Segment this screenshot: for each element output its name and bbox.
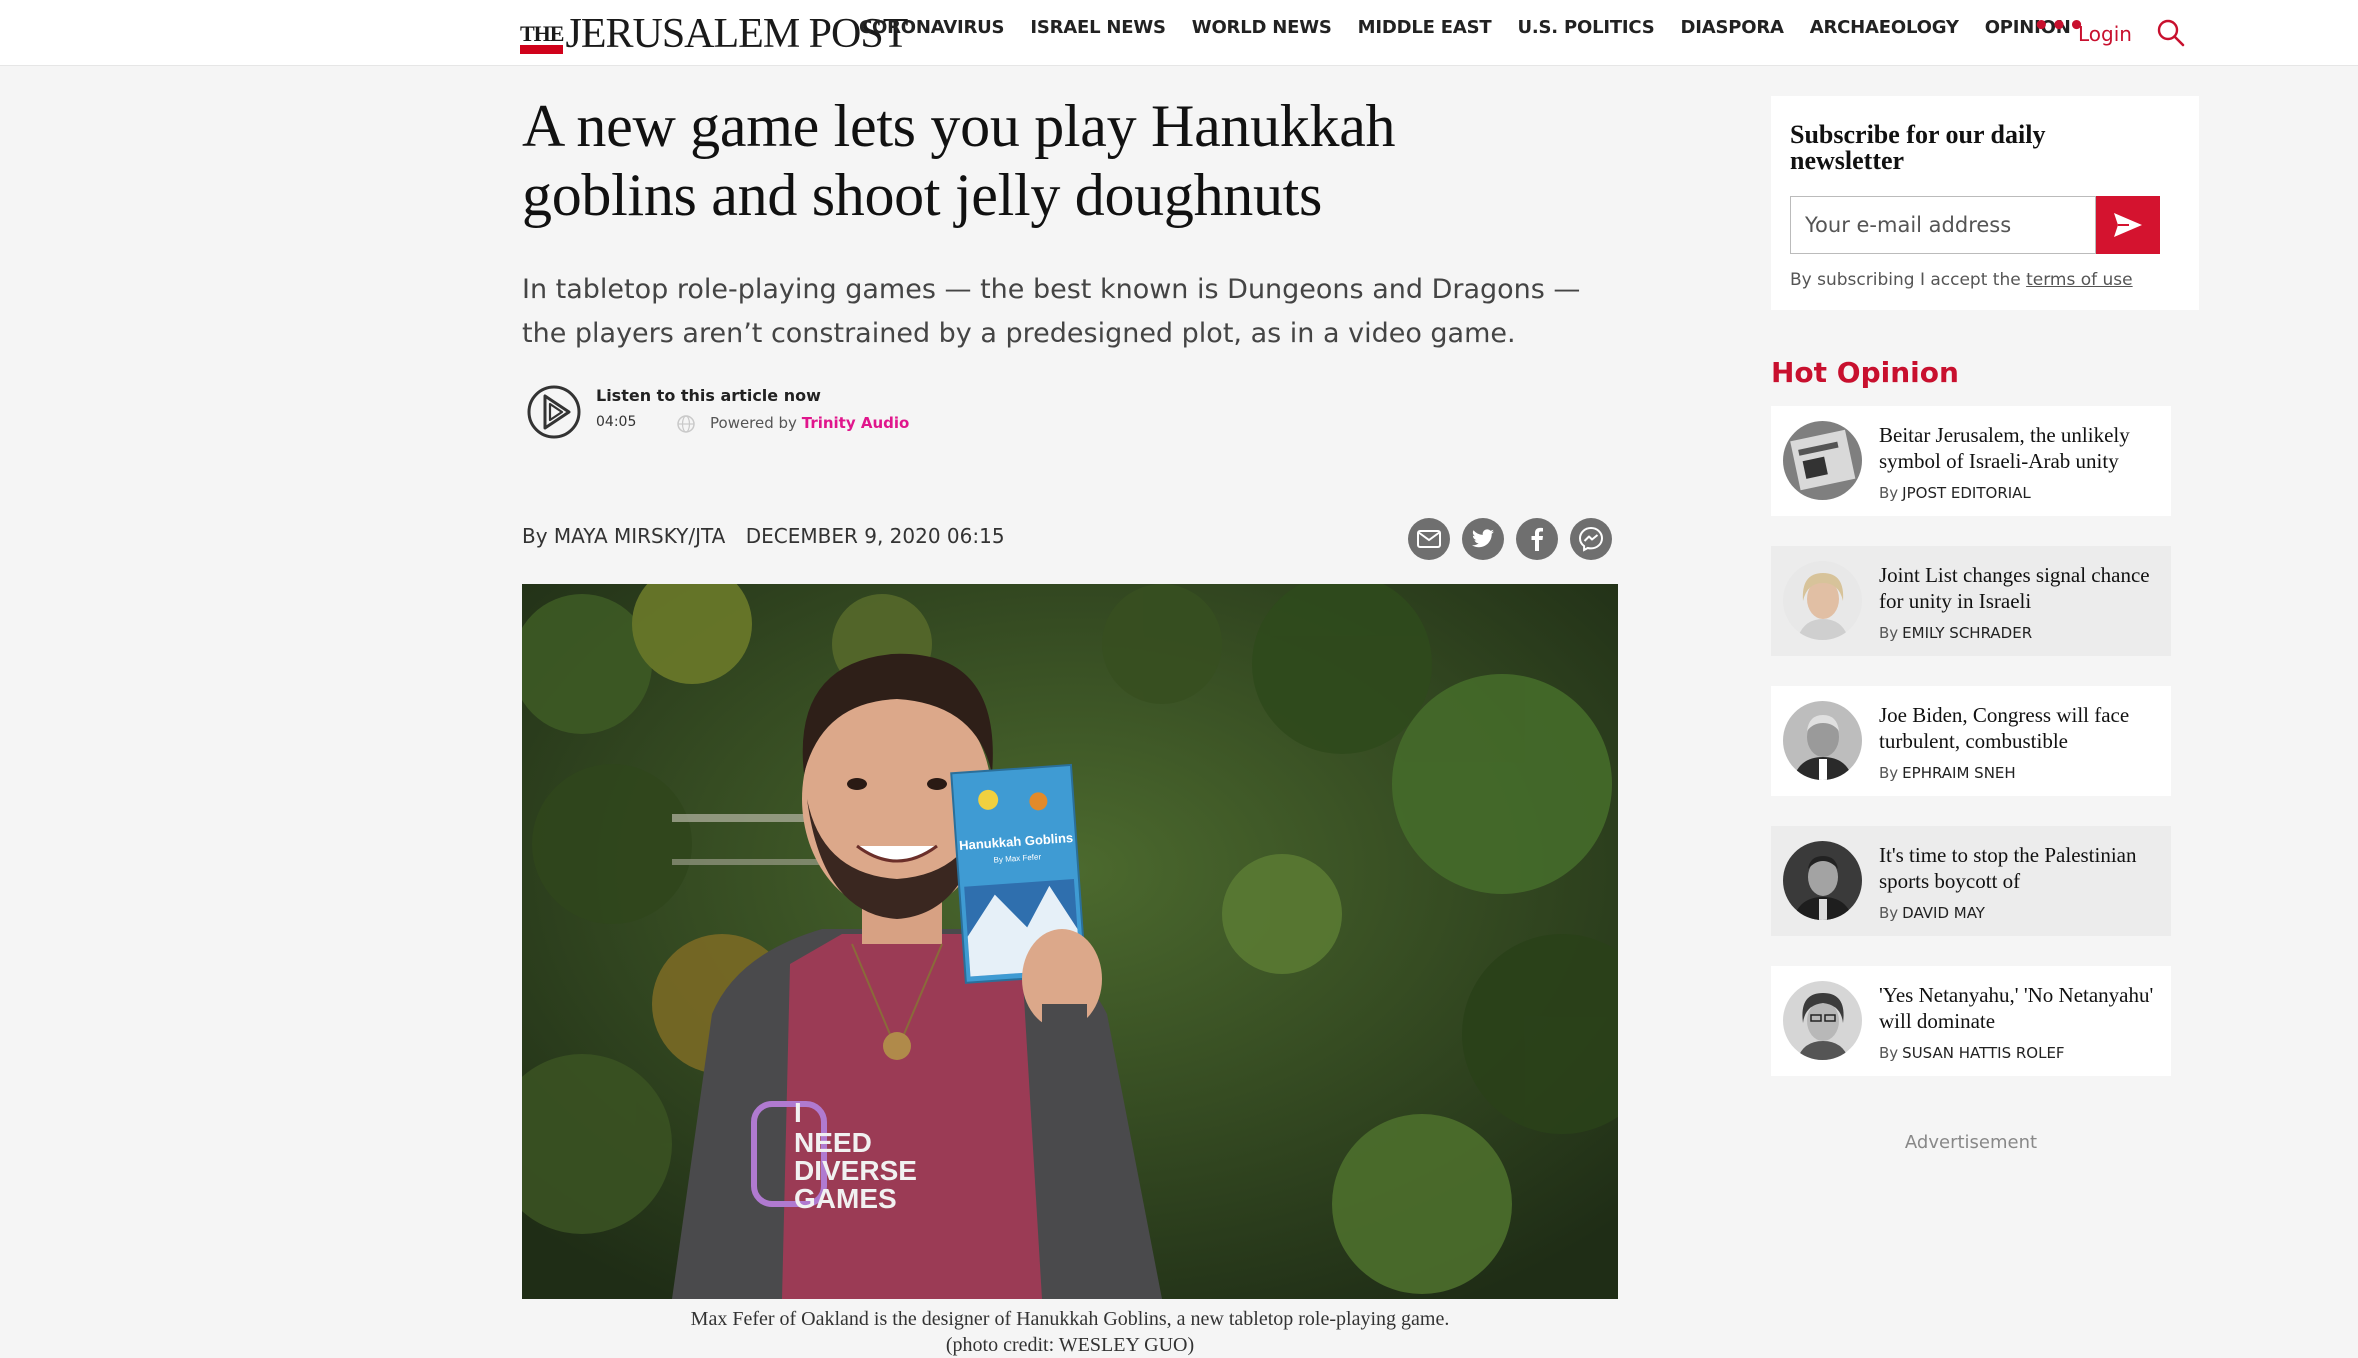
main-nav: CORONAVIRUS ISRAEL NEWS WORLD NEWS MIDDL… <box>859 17 2097 38</box>
messenger-icon <box>1578 526 1604 552</box>
opinion-item[interactable]: Joe Biden, Congress will face turbulent,… <box>1771 686 2171 796</box>
nav-item-diaspora[interactable]: DIASPORA <box>1681 17 1784 38</box>
opinion-title: Joe Biden, Congress will face turbulent,… <box>1879 703 2130 753</box>
nav-item-middle-east[interactable]: MIDDLE EAST <box>1358 17 1492 38</box>
opinion-author: DAVID MAY <box>1902 904 1985 922</box>
logo-name: JERUSALEM POST <box>565 11 908 57</box>
nav-item-world-news[interactable]: WORLD NEWS <box>1192 17 1332 38</box>
advertisement-label: Advertisement <box>1904 1132 2038 1153</box>
terms-prefix: By subscribing I accept the <box>1790 270 2021 290</box>
opinion-title: It's time to stop the Palestinian sports… <box>1879 843 2137 893</box>
by-label: By <box>1879 1044 1899 1062</box>
by-label: By <box>1879 484 1899 502</box>
nav-item-coronavirus[interactable]: CORONAVIRUS <box>859 17 1005 38</box>
opinion-author: JPOST EDITORIAL <box>1902 484 2031 502</box>
by-label: By <box>1879 764 1899 782</box>
subscribe-button[interactable] <box>2096 196 2160 254</box>
byline: By MAYA MIRSKY/JTA DECEMBER 9, 2020 06:1… <box>522 524 1005 548</box>
shirt-text-1: I <box>794 1097 802 1128</box>
newsletter-title: Subscribe for our daily newsletter <box>1790 120 2046 175</box>
logo-the: THE <box>520 23 564 54</box>
newsletter-terms: By subscribing I accept the terms of use <box>1790 270 2133 290</box>
globe-icon <box>677 415 695 433</box>
audio-player: Listen to this article now 04:05 Powered… <box>526 382 1026 446</box>
photo-illustration: I NEED DIVERSE GAMES Hanukkah Goblins By… <box>522 584 1618 1299</box>
shirt-text-4: GAMES <box>794 1183 897 1214</box>
opinion-item[interactable]: It's time to stop the Palestinian sports… <box>1771 826 2171 936</box>
opinion-item[interactable]: Beitar Jerusalem, the unlikely symbol of… <box>1771 406 2171 516</box>
author-avatar <box>1783 841 1862 920</box>
shirt-text-2: NEED <box>794 1127 872 1158</box>
share-twitter-button[interactable] <box>1462 518 1504 560</box>
by-label: By <box>1879 904 1899 922</box>
article-headline: A new game lets you play Hanukkah goblin… <box>522 93 1396 228</box>
caption-text: Max Fefer of Oakland is the designer of … <box>690 1308 1450 1330</box>
nav-item-israel-news[interactable]: ISRAEL NEWS <box>1030 17 1166 38</box>
facebook-icon <box>1531 527 1543 551</box>
twitter-icon <box>1472 529 1494 548</box>
opinion-byline: By EPHRAIM SNEH <box>1879 764 2016 782</box>
nav-item-us-politics[interactable]: U.S. POLITICS <box>1517 17 1654 38</box>
opinion-byline: By EMILY SCHRADER <box>1879 624 2032 642</box>
opinion-item[interactable]: 'Yes Netanyahu,' 'No Netanyahu' will dom… <box>1771 966 2171 1076</box>
audio-powered-by: Powered by Trinity Audio <box>710 414 909 432</box>
opinion-title: 'Yes Netanyahu,' 'No Netanyahu' will dom… <box>1879 983 2154 1033</box>
article-photo: I NEED DIVERSE GAMES Hanukkah Goblins By… <box>522 584 1618 1299</box>
share-buttons <box>1408 518 1612 560</box>
author-link[interactable]: MAYA MIRSKY/JTA <box>554 524 725 548</box>
newsletter-box: Subscribe for our daily newsletter By su… <box>1771 96 2199 310</box>
article-lede: In tabletop role-playing games — the bes… <box>522 274 1581 349</box>
opinion-byline: By SUSAN HATTIS ROLEF <box>1879 1044 2065 1062</box>
opinion-byline: By JPOST EDITORIAL <box>1879 484 2031 502</box>
audio-duration: 04:05 <box>596 414 637 430</box>
trinity-audio-link[interactable]: Trinity Audio <box>802 414 910 432</box>
opinion-author: EMILY SCHRADER <box>1902 624 2033 642</box>
by-label: By <box>1879 624 1899 642</box>
share-email-button[interactable] <box>1408 518 1450 560</box>
search-icon[interactable] <box>2156 18 2186 48</box>
publish-date: DECEMBER 9, 2020 06:15 <box>745 524 1005 548</box>
photo-caption: Max Fefer of Oakland is the designer of … <box>522 1306 1618 1358</box>
share-facebook-button[interactable] <box>1516 518 1558 560</box>
email-field[interactable] <box>1790 196 2096 254</box>
email-icon <box>1417 530 1441 548</box>
audio-title: Listen to this article now <box>596 386 821 405</box>
hot-opinion-heading: Hot Opinion <box>1771 356 1959 389</box>
opinion-title: Beitar Jerusalem, the unlikely symbol of… <box>1879 423 2130 473</box>
nav-item-archaeology[interactable]: ARCHAEOLOGY <box>1810 17 1959 38</box>
author-avatar <box>1783 701 1862 780</box>
share-messenger-button[interactable] <box>1570 518 1612 560</box>
site-logo[interactable]: THE JERUSALEM POST <box>520 10 908 57</box>
top-navigation-bar: THE JERUSALEM POST CORONAVIRUS ISRAEL NE… <box>0 0 2358 66</box>
login-link[interactable]: Login <box>2078 22 2132 46</box>
byline-prefix: By <box>522 524 548 548</box>
photo-credit: (photo credit: WESLEY GUO) <box>945 1334 1195 1356</box>
send-icon <box>2114 213 2142 237</box>
author-avatar <box>1783 561 1862 640</box>
opinion-title: Joint List changes signal chance for uni… <box>1879 563 2150 613</box>
opinion-item[interactable]: Joint List changes signal chance for uni… <box>1771 546 2171 656</box>
author-avatar <box>1783 981 1862 1060</box>
shirt-text-3: DIVERSE <box>794 1155 917 1186</box>
play-icon[interactable] <box>526 384 582 440</box>
opinion-thumbnail <box>1783 421 1862 500</box>
opinion-byline: By DAVID MAY <box>1879 904 1985 922</box>
terms-of-use-link[interactable]: terms of use <box>2026 270 2133 290</box>
powered-by-label: Powered by <box>710 414 797 432</box>
opinion-author: EPHRAIM SNEH <box>1902 764 2016 782</box>
opinion-author: SUSAN HATTIS ROLEF <box>1902 1044 2065 1062</box>
